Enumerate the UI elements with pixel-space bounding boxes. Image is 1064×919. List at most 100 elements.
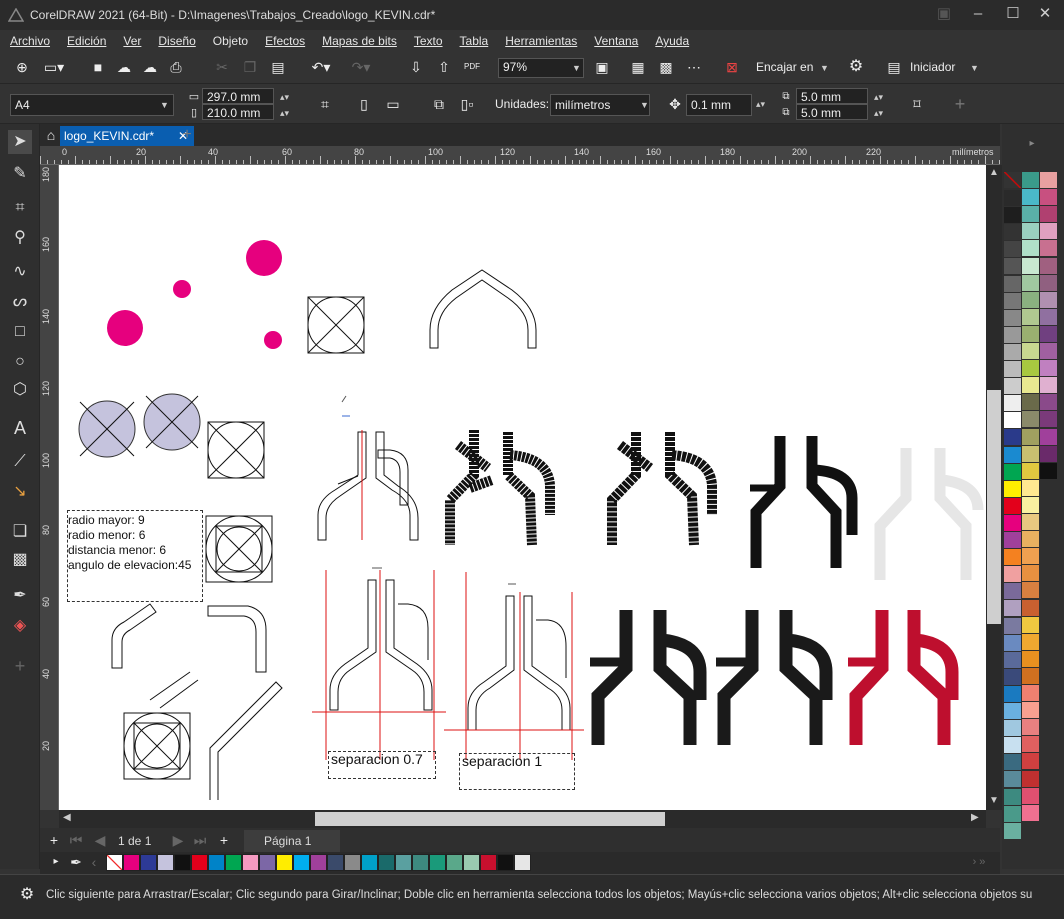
menu-texto[interactable]: Texto: [414, 34, 443, 48]
palette-color-swatch[interactable]: [1022, 787, 1039, 804]
document-color-swatch[interactable]: [378, 854, 395, 871]
status-gear-icon[interactable]: ⚙: [18, 885, 36, 905]
palette-color-swatch[interactable]: [1004, 549, 1021, 566]
palette-color-swatch[interactable]: [1022, 240, 1039, 257]
drop-shadow-icon[interactable]: ❏: [8, 520, 32, 544]
menu-tabla[interactable]: Tabla: [460, 34, 489, 48]
cloud-upload-icon[interactable]: ☁: [114, 57, 134, 77]
palette-color-swatch[interactable]: [1004, 703, 1021, 719]
eyedropper-icon[interactable]: ✒: [8, 584, 32, 608]
cloud-download-icon[interactable]: ☁: [140, 57, 160, 77]
palette-color-swatch[interactable]: [1040, 240, 1057, 257]
document-color-swatch[interactable]: [446, 854, 463, 871]
menu-edicion[interactable]: Edición: [67, 34, 106, 48]
home-icon[interactable]: ⌂: [42, 125, 60, 145]
undo-icon[interactable]: ↶▾: [306, 57, 336, 77]
units-dropdown-icon[interactable]: ▼: [640, 100, 649, 110]
page-height-field[interactable]: 210.0 mm: [202, 104, 274, 120]
dup-x-spinner-icon[interactable]: ▴▾: [874, 92, 883, 103]
document-color-swatch[interactable]: [123, 854, 140, 871]
palette-color-swatch[interactable]: [1040, 189, 1057, 206]
palette-color-swatch[interactable]: [1022, 650, 1039, 667]
duplicate-distance-y-field[interactable]: 5.0 mm: [796, 104, 868, 120]
palette-color-swatch[interactable]: [1040, 325, 1057, 342]
palette-color-swatch[interactable]: [1004, 668, 1021, 685]
palette-color-swatch[interactable]: [1022, 496, 1039, 513]
import-icon[interactable]: ⇩: [406, 57, 426, 77]
height-spinner-icon[interactable]: ▴▾: [280, 108, 289, 119]
connector-tool-icon[interactable]: ↘: [8, 480, 32, 504]
vertical-ruler[interactable]: 180 160 140 120 100 80 60 40 20: [40, 165, 59, 810]
palette-color-swatch[interactable]: [1004, 788, 1021, 805]
palette-color-swatch[interactable]: [1022, 548, 1039, 565]
page-size-select[interactable]: A4: [10, 94, 174, 116]
palette-color-swatch[interactable]: [1022, 394, 1039, 411]
page-tab-1[interactable]: Página 1: [244, 830, 340, 852]
palette-scroll-right-icon[interactable]: › »: [964, 852, 994, 872]
document-color-swatch[interactable]: [174, 854, 191, 871]
palette-color-swatch[interactable]: [1004, 480, 1021, 497]
add-tool-icon[interactable]: +: [8, 654, 32, 678]
palette-color-swatch[interactable]: [1022, 633, 1039, 650]
document-color-swatch[interactable]: [344, 854, 361, 871]
document-color-swatch[interactable]: [412, 854, 429, 871]
palette-color-swatch[interactable]: [1022, 582, 1039, 599]
circle-in-square-shape[interactable]: [307, 296, 365, 354]
all-pages-icon[interactable]: ⌗: [314, 94, 336, 114]
launcher-dropdown-icon[interactable]: ▼: [970, 63, 979, 73]
nudge-spinner-icon[interactable]: ▴▾: [756, 99, 765, 110]
palette-color-swatch[interactable]: [1040, 274, 1057, 291]
palette-menu-icon[interactable]: ▸: [50, 852, 62, 872]
menu-archivo[interactable]: Archivo: [10, 34, 50, 48]
document-color-swatch[interactable]: [276, 854, 293, 871]
palette-color-swatch[interactable]: [1004, 309, 1021, 326]
interactive-fill-icon[interactable]: ◈: [8, 614, 32, 638]
no-fill-swatch[interactable]: [1004, 172, 1021, 188]
snap-to-dropdown[interactable]: Encajar en: [756, 60, 813, 74]
document-color-swatch[interactable]: [157, 854, 174, 871]
logo-grey[interactable]: [874, 448, 984, 580]
logo-black-1[interactable]: [750, 436, 858, 568]
logo-black-2[interactable]: [590, 610, 707, 745]
palette-color-swatch[interactable]: [1040, 445, 1057, 462]
polygon-tool-icon[interactable]: ⬡: [8, 378, 32, 402]
palette-color-swatch[interactable]: [1004, 497, 1021, 514]
palette-color-swatch[interactable]: [1004, 617, 1021, 634]
palette-color-swatch[interactable]: [1022, 291, 1039, 308]
document-color-swatch[interactable]: [242, 854, 259, 871]
palette-color-swatch[interactable]: [1004, 343, 1021, 360]
add-page-after-icon[interactable]: +: [216, 830, 232, 850]
palette-color-swatch[interactable]: [1022, 514, 1039, 530]
palette-color-swatch[interactable]: [1022, 377, 1039, 394]
add-preset-icon[interactable]: +: [950, 94, 970, 114]
separation-note-1[interactable]: separacion 0.7: [328, 751, 436, 779]
magenta-circles[interactable]: [107, 240, 282, 349]
logo-outline-sketch[interactable]: [317, 395, 419, 541]
palette-color-swatch[interactable]: [1004, 412, 1021, 429]
palette-color-swatch[interactable]: [1004, 805, 1021, 822]
document-color-swatch[interactable]: [140, 854, 157, 871]
palette-color-swatch[interactable]: [1004, 292, 1021, 309]
document-color-swatch[interactable]: [480, 854, 497, 871]
palette-color-swatch[interactable]: [1022, 462, 1039, 479]
palette-color-swatch[interactable]: [1004, 600, 1021, 617]
palette-color-swatch[interactable]: [1004, 514, 1021, 531]
launcher-icon[interactable]: ▤: [884, 57, 904, 77]
logo-guides-2[interactable]: [444, 572, 584, 760]
pick-tool-icon[interactable]: ➤: [8, 130, 32, 154]
pdf-icon[interactable]: PDF: [462, 57, 482, 77]
palette-color-swatch[interactable]: [1004, 224, 1021, 241]
palette-color-swatch[interactable]: [1022, 599, 1039, 616]
palette-color-swatch[interactable]: [1022, 189, 1039, 206]
transparency-icon[interactable]: ▩: [8, 548, 32, 572]
palette-color-swatch[interactable]: [1040, 343, 1057, 359]
circle-in-square-shape-2[interactable]: [207, 421, 265, 479]
palette-color-swatch[interactable]: [1022, 685, 1039, 701]
scroll-up-icon[interactable]: ▲: [989, 167, 999, 178]
palette-color-swatch[interactable]: [1004, 822, 1021, 839]
horizontal-ruler[interactable]: 0 20 40 60 80 100 120 140 160 180 200 220 milímetros: [40, 146, 1000, 165]
print-icon[interactable]: ⎙: [166, 57, 186, 77]
document-color-swatch[interactable]: [361, 854, 378, 871]
first-page-icon[interactable]: ⏮: [68, 830, 84, 850]
menu-objeto[interactable]: Objeto: [213, 34, 248, 48]
